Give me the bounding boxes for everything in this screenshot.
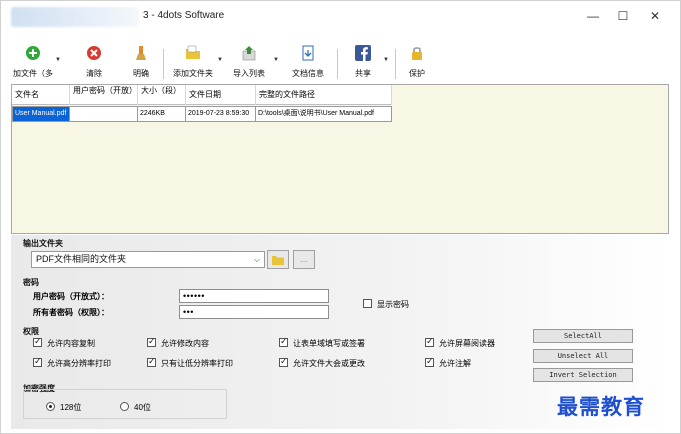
encryption-40-label: 40位 [134, 403, 151, 412]
invert-selection-button[interactable]: Invert Selection [533, 368, 633, 382]
add-folder-icon [186, 45, 200, 59]
document-info-icon [302, 45, 314, 61]
allow-modify-content-label: 允许修改内容 [161, 339, 209, 348]
output-folder-value: PDF文件相同的文件夹 [36, 254, 127, 264]
toolbar-separator [163, 49, 164, 79]
clear-list-label: 明确 [133, 69, 149, 78]
add-files-label: 加文件（多 [13, 69, 53, 78]
allow-screen-reader-label: 允许屏幕阅读器 [439, 339, 495, 348]
minimize-button[interactable]: — [581, 7, 605, 25]
column-header-file-date[interactable]: 文件日期 [186, 85, 256, 105]
allow-document-assembly-checkbox[interactable] [279, 356, 288, 367]
output-folder-select[interactable]: PDF文件相同的文件夹 ⌵ [31, 251, 265, 268]
unselect-all-button[interactable]: Unselect All [533, 349, 633, 363]
browse-button[interactable]: ... [293, 250, 315, 269]
protect-button[interactable]: 保护 [403, 45, 431, 83]
user-password-label: 用户密码（开放式）： [33, 292, 109, 301]
window-title: 3 - 4dots Software [143, 10, 225, 21]
chevron-down-icon: ⌵ [253, 255, 260, 264]
allow-document-assembly-label: 允许文件大会或更改 [293, 359, 365, 368]
user-password-input[interactable]: •••••• [179, 289, 329, 303]
open-folder-button[interactable] [267, 250, 289, 269]
grid-header: 文件名 用户密码（开放） 大小（段） 文件日期 完整的文件路径 [12, 85, 392, 105]
allow-low-res-print-checkbox[interactable] [147, 356, 156, 367]
clear-icon [87, 46, 101, 60]
allow-high-res-print-label: 允许高分辨率打印 [47, 359, 111, 368]
add-files-button[interactable]: 加文件（多 [11, 45, 55, 83]
share-dropdown-icon[interactable]: ▼ [383, 57, 389, 63]
facebook-icon [355, 45, 371, 61]
toolbar: 加文件（多 ▼ 清除 明确 添加文件夹 ▼ 导入列表 ▼ 文档信息 共享 ▼ 保… [11, 45, 671, 83]
import-list-button[interactable]: 导入列表 [229, 45, 269, 83]
owner-password-label: 所有者密码（权限）： [33, 308, 109, 317]
allow-high-res-print-checkbox[interactable] [33, 356, 42, 367]
cell-file-date[interactable]: 2019-07-23 8:59:30 [186, 106, 256, 122]
allow-annotations-checkbox[interactable] [425, 356, 434, 367]
add-folder-button[interactable]: 添加文件夹 [171, 45, 215, 83]
add-files-dropdown-icon[interactable]: ▼ [55, 57, 61, 63]
show-password-checkbox[interactable] [363, 299, 372, 308]
table-row[interactable]: User Manual.pdf 2246KB 2019-07-23 8:59:3… [12, 106, 392, 122]
broom-icon [136, 46, 146, 60]
toolbar-separator [395, 49, 396, 79]
file-grid[interactable]: 文件名 用户密码（开放） 大小（段） 文件日期 完整的文件路径 User Man… [11, 84, 669, 234]
import-list-dropdown-icon[interactable]: ▼ [273, 57, 279, 63]
allow-modify-content-checkbox[interactable] [147, 336, 156, 347]
column-header-filename[interactable]: 文件名 [12, 85, 70, 105]
encryption-40-radio[interactable] [120, 402, 129, 411]
clear-list-button[interactable]: 明确 [127, 45, 155, 83]
clear-button[interactable]: 清除 [79, 45, 109, 83]
cell-size[interactable]: 2246KB [138, 106, 186, 122]
password-title: 密码 [23, 278, 39, 287]
column-header-size[interactable]: 大小（段） [138, 85, 186, 105]
maximize-button[interactable]: ☐ [611, 7, 635, 25]
allow-content-copy-checkbox[interactable] [33, 336, 42, 347]
allow-annotations-label: 允许注解 [439, 359, 471, 368]
show-password-label: 显示密码 [377, 300, 409, 309]
add-icon [26, 46, 40, 60]
encryption-128-radio[interactable] [46, 402, 55, 411]
app-window: 3 - 4dots Software — ☐ ✕ 加文件（多 ▼ 清除 明确 添… [0, 0, 681, 434]
title-bar[interactable]: 3 - 4dots Software — ☐ ✕ [1, 1, 680, 31]
watermark-text: 最需教育 [557, 394, 645, 419]
lock-icon [412, 47, 422, 60]
clear-label: 清除 [86, 69, 102, 78]
column-header-user-password[interactable]: 用户密码（开放） [70, 85, 138, 105]
select-all-button[interactable]: SelectAll [533, 329, 633, 343]
allow-screen-reader-checkbox[interactable] [425, 336, 434, 347]
output-folder-title: 输出文件夹 [23, 239, 63, 248]
cell-filename[interactable]: User Manual.pdf [12, 106, 70, 122]
import-list-label: 导入列表 [233, 69, 265, 78]
protect-label: 保护 [409, 69, 425, 78]
encryption-128-label: 128位 [60, 403, 82, 412]
add-folder-dropdown-icon[interactable]: ▼ [217, 57, 223, 63]
allow-content-copy-label: 允许内容复制 [47, 339, 95, 348]
add-folder-label: 添加文件夹 [173, 69, 213, 78]
app-icon-blurred [11, 7, 139, 27]
folder-icon [272, 256, 284, 265]
allow-form-fill-label: 让表单域填写或签署 [293, 339, 365, 348]
allow-low-res-print-label: 只有让低分辨率打印 [161, 359, 233, 368]
close-button[interactable]: ✕ [643, 7, 667, 25]
owner-password-input[interactable]: ••• [179, 305, 329, 319]
import-list-icon [242, 46, 256, 61]
cell-full-path[interactable]: D:\tools\桌面\说明书\User Manual.pdf [256, 106, 392, 122]
encryption-strength-group: 128位 40位 [23, 389, 227, 419]
share-label: 共享 [355, 69, 371, 78]
share-button[interactable]: 共享 [349, 45, 377, 83]
cell-user-password[interactable] [70, 106, 138, 122]
document-info-label: 文档信息 [292, 69, 324, 78]
allow-form-fill-checkbox[interactable] [279, 336, 288, 347]
document-info-button[interactable]: 文档信息 [289, 45, 327, 83]
toolbar-separator [337, 49, 338, 79]
column-header-full-path[interactable]: 完整的文件路径 [256, 85, 392, 105]
